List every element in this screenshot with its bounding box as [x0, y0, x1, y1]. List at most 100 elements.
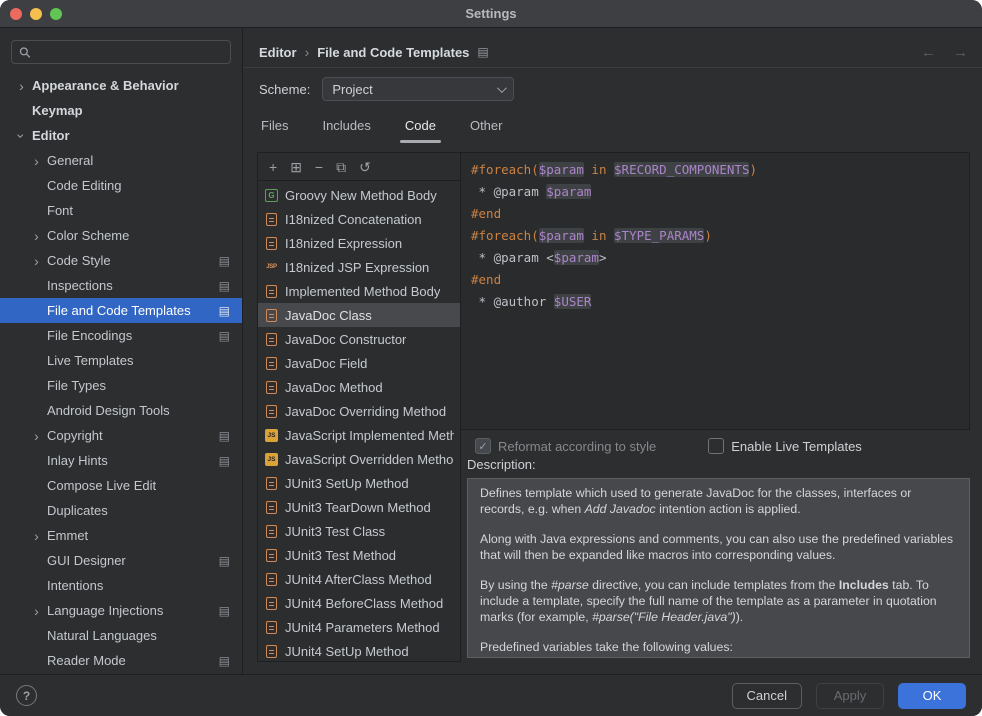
sidebar-item-natural-languages[interactable]: Natural Languages	[0, 623, 242, 648]
template-item-i18nized-expression[interactable]: I18nized Expression	[258, 231, 460, 255]
description-text: #parse("File Header.java")	[592, 610, 736, 624]
sidebar-item-compose-live-edit[interactable]: Compose Live Edit	[0, 473, 242, 498]
template-file-icon	[266, 333, 277, 346]
sidebar-item-code-editing[interactable]: Code Editing	[0, 173, 242, 198]
sidebar-item-inspections[interactable]: Inspections▤	[0, 273, 242, 298]
reset-to-default-button[interactable]: ↺	[359, 160, 371, 174]
template-item-junit4-beforeclass-method[interactable]: JUnit4 BeforeClass Method	[258, 591, 460, 615]
sidebar-item-label: Inlay Hints	[47, 453, 108, 468]
sidebar-item-color-scheme[interactable]: ›Color Scheme	[0, 223, 242, 248]
traffic-lights	[10, 8, 62, 20]
sidebar-item-font[interactable]: Font	[0, 198, 242, 223]
checkbox-unchecked-icon[interactable]	[708, 438, 724, 454]
template-item-javascript-overridden-method[interactable]: JSJavaScript Overridden Method	[258, 447, 460, 471]
chevron-right-icon[interactable]: ›	[13, 79, 30, 93]
template-item-i18nized-concatenation[interactable]: I18nized Concatenation	[258, 207, 460, 231]
sidebar-item-emmet[interactable]: ›Emmet	[0, 523, 242, 548]
sidebar-item-gui-designer[interactable]: GUI Designer▤	[0, 548, 242, 573]
template-item-javadoc-method[interactable]: JavaDoc Method	[258, 375, 460, 399]
template-item-junit4-afterclass-method[interactable]: JUnit4 AfterClass Method	[258, 567, 460, 591]
sidebar-item-editor[interactable]: ›Editor	[0, 123, 242, 148]
tab-other[interactable]: Other	[468, 114, 505, 143]
sidebar-item-copyright[interactable]: ›Copyright▤	[0, 423, 242, 448]
code-token	[606, 162, 614, 177]
main-panel: Editor › File and Code Templates ▤ ← → S…	[243, 28, 982, 674]
code-token: $param	[546, 184, 591, 199]
tab-includes[interactable]: Includes	[320, 114, 372, 143]
sidebar-item-reader-mode[interactable]: Reader Mode▤	[0, 648, 242, 673]
sidebar-item-live-templates[interactable]: Live Templates	[0, 348, 242, 373]
sidebar-item-language-injections[interactable]: ›Language Injections▤	[0, 598, 242, 623]
sidebar-item-file-and-code-templates[interactable]: File and Code Templates▤	[0, 298, 242, 323]
search-input[interactable]	[36, 45, 223, 60]
template-item-i18nized-jsp-expression[interactable]: JSPI18nized JSP Expression	[258, 255, 460, 279]
template-name: JavaDoc Class	[285, 308, 372, 323]
minimize-button[interactable]	[30, 8, 42, 20]
template-item-junit4-parameters-method[interactable]: JUnit4 Parameters Method	[258, 615, 460, 639]
back-button[interactable]: ←	[921, 44, 936, 61]
sidebar-item-code-style[interactable]: ›Code Style▤	[0, 248, 242, 273]
enable-live-templates-checkbox[interactable]: Enable Live Templates	[708, 438, 862, 454]
apply-button[interactable]: Apply	[816, 683, 884, 709]
sidebar-item-file-encodings[interactable]: File Encodings▤	[0, 323, 242, 348]
sidebar-item-file-types[interactable]: File Types	[0, 373, 242, 398]
footer-bar: ? Cancel Apply OK	[0, 674, 982, 716]
create-child-template-button[interactable]: ⊞	[290, 160, 302, 174]
sidebar-item-appearance-behavior[interactable]: ›Appearance & Behavior	[0, 73, 242, 98]
sidebar-item-keymap[interactable]: Keymap	[0, 98, 242, 123]
settings-search-box[interactable]	[11, 40, 231, 64]
sidebar-item-android-design-tools[interactable]: Android Design Tools	[0, 398, 242, 423]
project-settings-icon: ▤	[219, 654, 230, 668]
template-item-groovy-new-method-body[interactable]: GGroovy New Method Body	[258, 183, 460, 207]
sidebar-item-intentions[interactable]: Intentions	[0, 573, 242, 598]
template-item-javadoc-field[interactable]: JavaDoc Field	[258, 351, 460, 375]
template-item-javascript-implemented-method[interactable]: JSJavaScript Implemented Method	[258, 423, 460, 447]
zoom-button[interactable]	[50, 8, 62, 20]
code-token: #end	[471, 272, 501, 287]
sidebar-item-general[interactable]: ›General	[0, 148, 242, 173]
template-item-javadoc-class[interactable]: JavaDoc Class	[258, 303, 460, 327]
help-button[interactable]: ?	[16, 685, 37, 706]
chevron-down-icon[interactable]: ›	[15, 127, 29, 144]
template-item-javadoc-constructor[interactable]: JavaDoc Constructor	[258, 327, 460, 351]
template-item-junit3-setup-method[interactable]: JUnit3 SetUp Method	[258, 471, 460, 495]
scheme-select[interactable]: Project	[322, 77, 514, 101]
breadcrumb-item-editor[interactable]: Editor	[259, 45, 297, 60]
remove-template-button[interactable]: −	[315, 160, 323, 174]
sidebar-item-label: File Encodings	[47, 328, 132, 343]
forward-button[interactable]: →	[953, 44, 968, 61]
scheme-value: Project	[332, 82, 372, 97]
code-token: in	[591, 228, 606, 243]
code-token: $param	[539, 228, 584, 243]
template-file-icon	[266, 477, 277, 490]
sidebar-item-label: General	[47, 153, 93, 168]
chevron-right-icon[interactable]: ›	[28, 529, 45, 543]
template-item-junit4-setup-method[interactable]: JUnit4 SetUp Method	[258, 639, 460, 661]
code-line: #foreach($param in $TYPE_PARAMS)	[471, 225, 959, 247]
template-file-icon	[266, 573, 277, 586]
ok-button[interactable]: OK	[898, 683, 966, 709]
chevron-right-icon[interactable]: ›	[28, 604, 45, 618]
code-line: * @param <$param>	[471, 247, 959, 269]
template-item-javadoc-overriding-method[interactable]: JavaDoc Overriding Method	[258, 399, 460, 423]
sidebar-item-duplicates[interactable]: Duplicates	[0, 498, 242, 523]
chevron-right-icon[interactable]: ›	[28, 154, 45, 168]
tab-files[interactable]: Files	[259, 114, 290, 143]
sidebar-item-label: Keymap	[32, 103, 83, 118]
template-item-implemented-method-body[interactable]: Implemented Method Body	[258, 279, 460, 303]
description-paragraph: Defines template which used to generate …	[480, 485, 957, 517]
template-item-junit3-test-method[interactable]: JUnit3 Test Method	[258, 543, 460, 567]
template-editor[interactable]: #foreach($param in $RECORD_COMPONENTS) *…	[461, 152, 970, 430]
sidebar-item-inlay-hints[interactable]: Inlay Hints▤	[0, 448, 242, 473]
chevron-right-icon[interactable]: ›	[28, 254, 45, 268]
chevron-right-icon[interactable]: ›	[28, 429, 45, 443]
add-template-button[interactable]: +	[269, 160, 277, 174]
cancel-button[interactable]: Cancel	[732, 683, 802, 709]
template-item-junit3-teardown-method[interactable]: JUnit3 TearDown Method	[258, 495, 460, 519]
template-item-junit3-test-class[interactable]: JUnit3 Test Class	[258, 519, 460, 543]
copy-template-button[interactable]: ⧉	[336, 160, 346, 174]
chevron-right-icon[interactable]: ›	[28, 229, 45, 243]
code-line: * @param $param	[471, 181, 959, 203]
close-button[interactable]	[10, 8, 22, 20]
tab-code[interactable]: Code	[403, 114, 438, 143]
